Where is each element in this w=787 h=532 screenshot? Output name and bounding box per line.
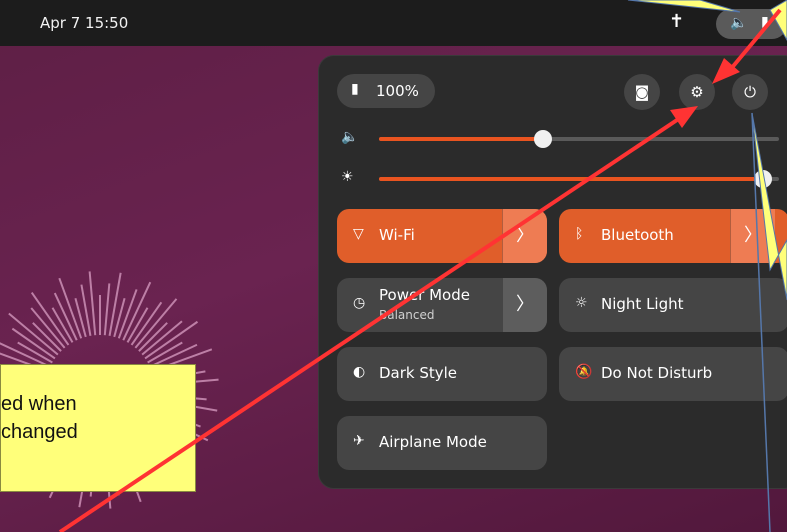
power-mode-menu-arrow[interactable]: 〉 [502,278,547,332]
bluetooth-menu-arrow[interactable]: 〉 [730,209,775,263]
annotation-callout: ed when changed [0,364,196,492]
sunburst-ray [108,272,122,337]
volume-icon: 🔈 [341,129,359,145]
power-mode-icon: ◷ [353,295,366,311]
night-light-label: Night Light [601,295,684,313]
battery-charging-icon: ▮ [351,81,359,97]
wifi-tile[interactable]: ▽ Wi-Fi 〉 [337,209,547,263]
sunburst-ray [103,283,111,336]
power-mode-tile[interactable]: ◷ Power Mode Balanced 〉 [337,278,547,332]
wifi-icon: ▽ [353,226,364,242]
volume-icon: 🔈 [730,15,748,31]
accessibility-icon[interactable]: ✝ [669,11,684,32]
brightness-knob[interactable] [754,170,772,188]
bluetooth-label: Bluetooth [601,226,674,244]
battery-charging-icon: ▮ [761,14,769,30]
gear-icon: ⚙ [690,83,704,101]
screenshot-button[interactable]: ◙ [624,74,660,110]
volume-slider[interactable]: 🔈 [339,129,779,149]
airplane-mode-label: Airplane Mode [379,433,487,451]
bluetooth-tile[interactable]: ᛒ Bluetooth 〉 [559,209,787,263]
settings-button[interactable]: ⚙ [679,74,715,110]
brightness-slider[interactable]: ☀ [339,169,779,189]
bell-muted-icon: 🔕 [575,364,593,380]
annotation-text-line1: ed when [1,393,77,415]
camera-icon: ◙ [634,83,650,101]
dark-style-label: Dark Style [379,364,458,382]
power-icon: ⏻ [744,83,756,101]
battery-button[interactable]: ▮ 100% [337,74,435,108]
do-not-disturb-tile[interactable]: 🔕 Do Not Disturb [559,347,787,401]
clock[interactable]: Apr 7 15:50 [40,14,128,32]
power-mode-value: Balanced [379,308,435,322]
night-light-tile[interactable]: ☼ Night Light [559,278,787,332]
system-menu-button[interactable]: 🔈 ▮ [716,9,787,39]
power-mode-label: Power Mode [379,286,470,304]
volume-fill [379,137,543,141]
night-light-icon: ☼ [575,295,588,311]
wifi-menu-arrow[interactable]: 〉 [502,209,547,263]
volume-knob[interactable] [534,130,552,148]
top-bar: Apr 7 15:50 ✝ 🔈 ▮ [0,0,787,46]
do-not-disturb-label: Do Not Disturb [601,364,713,382]
quick-settings-panel: ▮ 100% ◙ ⚙ ⏻ 🔈 ☀ ▽ Wi-Fi 〉 ᛒ Bluetooth 〉… [318,55,787,489]
airplane-mode-tile[interactable]: ✈ Airplane Mode [337,416,547,470]
battery-label: 100% [376,82,419,100]
power-button[interactable]: ⏻ [732,74,768,110]
annotation-text-line2: changed [1,421,78,443]
sunburst-ray [88,271,97,336]
brightness-fill [379,177,763,181]
dark-style-icon: ◐ [353,364,366,380]
dark-style-tile[interactable]: ◐ Dark Style [337,347,547,401]
brightness-icon: ☀ [341,169,354,185]
bluetooth-icon: ᛒ [575,226,584,242]
airplane-icon: ✈ [353,433,365,449]
wifi-label: Wi-Fi [379,226,415,244]
